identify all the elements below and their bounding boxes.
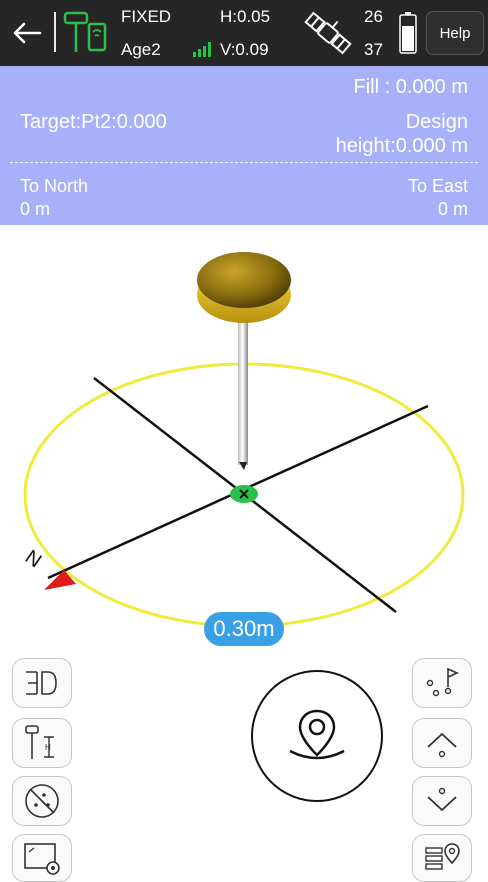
battery-icon xyxy=(399,12,417,54)
screen-settings-icon xyxy=(24,843,60,875)
gnss-antenna xyxy=(197,252,291,323)
solution-status: FIXED xyxy=(121,7,172,26)
receiver-icon[interactable] xyxy=(62,10,110,56)
point-list-icon xyxy=(425,843,460,870)
range-pole xyxy=(238,310,248,465)
panel-divider xyxy=(10,162,478,163)
stakeout-info-panel: Fill : 0.000 m Target:Pt2:0.000 Design h… xyxy=(0,66,488,225)
point-list-button[interactable] xyxy=(412,834,472,882)
design-height: height:0.000 m xyxy=(335,135,468,157)
antenna-height-icon: H xyxy=(25,725,54,759)
to-north-label: To North xyxy=(20,176,89,196)
3d-view-icon xyxy=(26,671,57,695)
stakeout-3d-view[interactable]: N xyxy=(0,225,488,655)
previous-point-icon xyxy=(427,732,457,758)
antenna-height-button[interactable]: H xyxy=(12,718,72,768)
next-point-button[interactable] xyxy=(412,776,472,826)
svg-text:H: H xyxy=(45,743,51,752)
help-button[interactable]: Help xyxy=(426,11,484,55)
to-east-label: To East xyxy=(407,176,468,196)
fill-value: Fill : 0.000 m xyxy=(353,76,468,98)
next-point-icon xyxy=(427,787,457,812)
hide-points-icon xyxy=(25,784,59,818)
satellites-visible: 37 xyxy=(364,40,383,59)
age-value: Age2 xyxy=(121,40,161,59)
h-precision: H:0.05 xyxy=(220,7,271,26)
previous-point-button[interactable] xyxy=(412,718,472,768)
design-label: Design xyxy=(405,111,468,133)
pole-tip xyxy=(239,462,247,470)
stakeout-locate-button[interactable] xyxy=(251,670,383,802)
signal-strength-icon xyxy=(193,42,211,57)
status-bar: FIXED Age2 H:0.05 V:0.09 26 37 Help xyxy=(0,0,488,66)
divider xyxy=(54,12,56,52)
satellites-used: 26 xyxy=(364,7,383,26)
back-arrow-icon[interactable] xyxy=(10,18,44,48)
north-label: N xyxy=(21,546,45,572)
3d-view-button[interactable] xyxy=(12,658,72,708)
stakeout-locate-icon xyxy=(289,709,345,760)
point-flag-button[interactable] xyxy=(412,658,472,708)
target-point: Target:Pt2:0.000 xyxy=(20,111,167,133)
to-north-value: 0 m xyxy=(20,199,51,219)
hide-points-button[interactable] xyxy=(12,776,72,826)
distance-badge: 0.30m xyxy=(204,612,284,646)
point-flag-icon xyxy=(426,667,459,697)
screen-settings-button[interactable] xyxy=(12,834,72,882)
to-east-value: 0 m xyxy=(437,199,468,219)
v-precision: V:0.09 xyxy=(220,40,269,59)
satellite-icon[interactable] xyxy=(302,8,354,58)
